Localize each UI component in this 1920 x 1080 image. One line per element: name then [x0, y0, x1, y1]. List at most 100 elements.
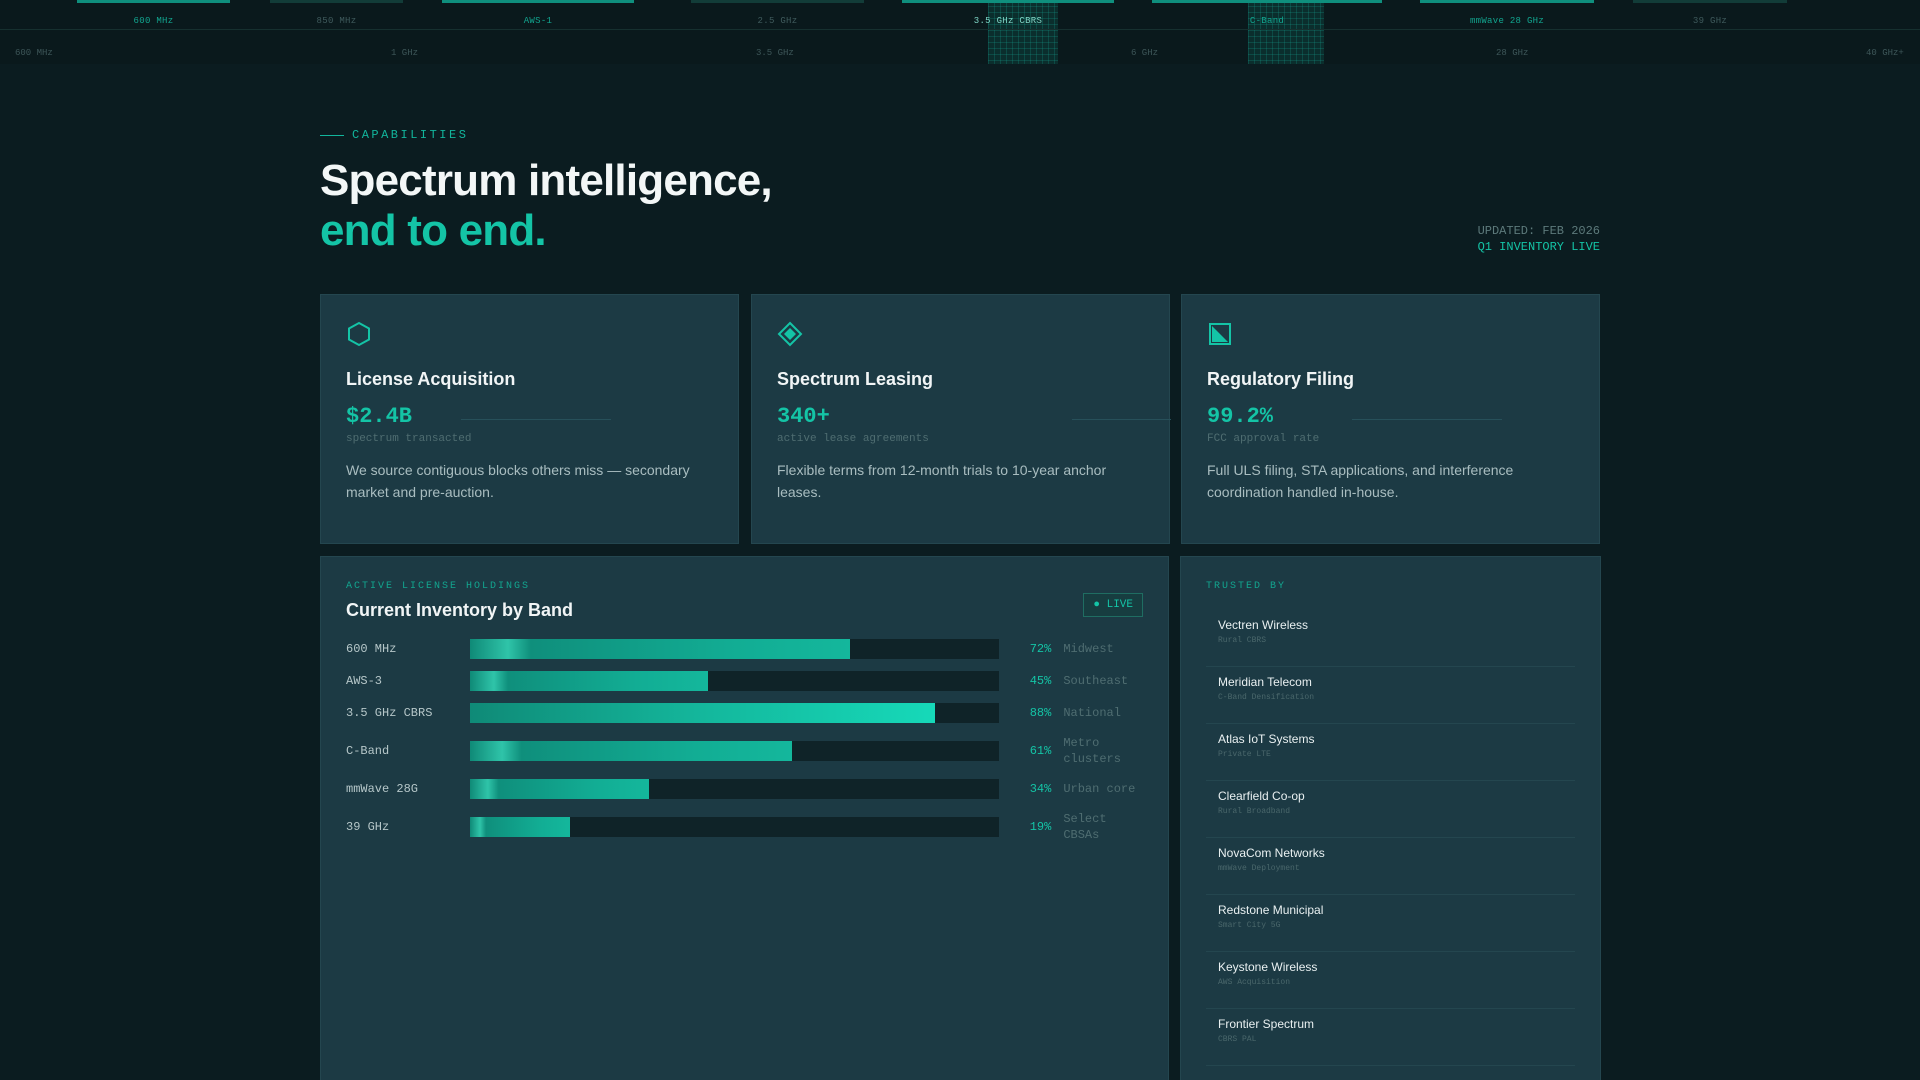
axis-tick: 28 GHz	[1496, 48, 1529, 58]
band-mmwave[interactable]: mmWave 28 GHz	[1420, 0, 1594, 30]
client-name: Redstone Municipal	[1218, 903, 1324, 917]
axis-tick: 6 GHz	[1131, 48, 1159, 58]
client-use-case: Rural Broadband	[1218, 807, 1291, 816]
inventory-row[interactable]: 3.5 GHz CBRS 88% National	[346, 697, 1143, 729]
band-name: mmWave 28G	[346, 782, 419, 796]
client-use-case: Rural CBRS	[1218, 636, 1267, 645]
percent-value: 88%	[1029, 706, 1052, 720]
band-row: 600 MHz 850 MHz AWS-1 2.5 GHz 3.5 GHz CB…	[0, 0, 1920, 30]
card-title: Spectrum Leasing	[777, 369, 934, 389]
inventory-title: Current Inventory by Band	[346, 600, 574, 620]
band-600mhz[interactable]: 600 MHz	[77, 0, 230, 30]
card-description: Full ULS filing, STA applications, and i…	[1207, 462, 1514, 500]
client-item[interactable]: Clearfield Co-op Rural Broadband	[1206, 781, 1575, 838]
inventory-kicker: ACTIVE LICENSE HOLDINGS	[346, 581, 531, 592]
client-item[interactable]: Keystone Wireless AWS Acquisition	[1206, 952, 1575, 1009]
percent-value: 61%	[1029, 744, 1052, 758]
client-item[interactable]: Frontier Spectrum CBRS PAL	[1206, 1009, 1575, 1066]
band-2-5ghz[interactable]: 2.5 GHz	[691, 0, 864, 30]
progress-fill	[469, 817, 571, 837]
card-stat-label: spectrum transacted	[346, 433, 472, 445]
card-stat: 340+	[777, 404, 830, 429]
card-description: Flexible terms from 12-month trials to 1…	[777, 462, 1107, 500]
band-39ghz[interactable]: 39 GHz	[1633, 0, 1787, 30]
client-name: Meridian Telecom	[1218, 675, 1312, 689]
client-item[interactable]: Redstone Municipal Smart City 5G	[1206, 895, 1575, 952]
card-description: We source contiguous blocks others miss …	[346, 462, 690, 500]
band-cband[interactable]: C-Band	[1152, 0, 1382, 30]
client-name: Atlas IoT Systems	[1218, 732, 1315, 746]
client-list: Vectren Wireless Rural CBRS Meridian Telec…	[1206, 610, 1575, 1066]
progress-track	[469, 639, 999, 659]
client-item[interactable]: Atlas IoT Systems Private LTE	[1206, 724, 1575, 781]
band-aws1[interactable]: AWS-1	[442, 0, 634, 30]
inventory-row[interactable]: mmWave 28G 34% Urban core	[346, 773, 1143, 805]
progress-track	[469, 703, 999, 723]
band-label: AWS-1	[523, 16, 553, 26]
axis-tick: 40 GHz+	[1866, 48, 1904, 58]
card-divider	[1352, 419, 1502, 420]
card-license-acquisition[interactable]: License Acquisition $2.4B spectrum trans…	[320, 294, 739, 544]
region-label: Urban core	[1063, 782, 1136, 796]
client-name: NovaCom Networks	[1218, 846, 1325, 860]
region-label: Metro clusters	[1063, 736, 1121, 766]
client-use-case: Private LTE	[1218, 750, 1271, 759]
card-stat: $2.4B	[346, 404, 413, 429]
band-name: AWS-3	[346, 674, 383, 688]
page-title: Spectrum intelligence, end to end.	[320, 156, 773, 256]
inventory-row[interactable]: 600 MHz 72% Midwest	[346, 633, 1143, 665]
card-title: Regulatory Filing	[1207, 369, 1355, 389]
card-divider	[461, 419, 611, 420]
region-label: Select CBSAs	[1063, 812, 1107, 842]
band-850mhz[interactable]: 850 MHz	[270, 0, 403, 30]
band-label: 39 GHz	[1692, 16, 1728, 26]
client-item[interactable]: NovaCom Networks mmWave Deployment	[1206, 838, 1575, 895]
trusted-by-panel: TRUSTED BY Vectren Wireless Rural CBRS Mer…	[1180, 556, 1601, 1080]
inventory-row[interactable]: 39 GHz 19% Select CBSAs	[346, 805, 1143, 849]
diamond-icon	[777, 321, 803, 347]
progress-track	[469, 779, 999, 799]
section-eyebrow: CAPABILITIES	[320, 128, 468, 142]
progress-track	[469, 741, 999, 761]
card-divider	[1072, 419, 1171, 420]
client-use-case: AWS Acquisition	[1218, 978, 1291, 987]
band-name: C-Band	[346, 744, 390, 758]
trusted-kicker: TRUSTED BY	[1206, 581, 1287, 592]
client-item[interactable]: Meridian Telecom C-Band Densification	[1206, 667, 1575, 724]
card-stat-label: active lease agreements	[777, 433, 929, 445]
card-stat-label: FCC approval rate	[1207, 433, 1320, 445]
percent-value: 19%	[1029, 820, 1052, 834]
card-regulatory-filing[interactable]: Regulatory Filing 99.2% FCC approval rat…	[1181, 294, 1600, 544]
axis-tick: 3.5 GHz	[756, 48, 794, 58]
band-label: 600 MHz	[133, 16, 174, 26]
band-name: 600 MHz	[346, 642, 397, 656]
percent-value: 34%	[1029, 782, 1052, 796]
spectrum-band-strip: 600 MHz 850 MHz AWS-1 2.5 GHz 3.5 GHz CB…	[0, 0, 1920, 64]
client-item[interactable]: Vectren Wireless Rural CBRS	[1206, 610, 1575, 667]
inventory-row[interactable]: AWS-3 45% Southeast	[346, 665, 1143, 697]
region-label: Midwest	[1063, 642, 1114, 656]
band-name: 3.5 GHz CBRS	[346, 706, 433, 720]
inventory-panel: ACTIVE LICENSE HOLDINGS Current Inventor…	[320, 556, 1169, 1080]
client-use-case: Smart City 5G	[1218, 921, 1281, 930]
percent-value: 45%	[1029, 674, 1052, 688]
client-use-case: CBRS PAL	[1218, 1035, 1257, 1044]
card-stat: 99.2%	[1207, 404, 1274, 429]
percent-value: 72%	[1029, 642, 1052, 656]
band-label: 3.5 GHz CBRS	[973, 16, 1043, 26]
progress-fill	[469, 779, 650, 799]
inventory-row[interactable]: C-Band 61% Metro clusters	[346, 729, 1143, 773]
band-name: 39 GHz	[346, 820, 390, 834]
progress-track	[469, 817, 999, 837]
inventory-status: Q1 INVENTORY LIVE	[1477, 240, 1600, 254]
band-cbrs[interactable]: 3.5 GHz CBRS	[902, 0, 1114, 30]
card-spectrum-leasing[interactable]: Spectrum Leasing 340+ active lease agree…	[751, 294, 1171, 544]
axis-tick: 1 GHz	[391, 48, 419, 58]
card-title: License Acquisition	[346, 369, 516, 389]
axis-tick: 600 MHz	[15, 48, 53, 58]
title-line-2: end to end.	[320, 206, 547, 255]
progress-fill	[469, 703, 936, 723]
eyebrow-line	[320, 134, 344, 136]
hexagon-icon	[348, 321, 370, 347]
client-name: Keystone Wireless	[1218, 960, 1318, 974]
